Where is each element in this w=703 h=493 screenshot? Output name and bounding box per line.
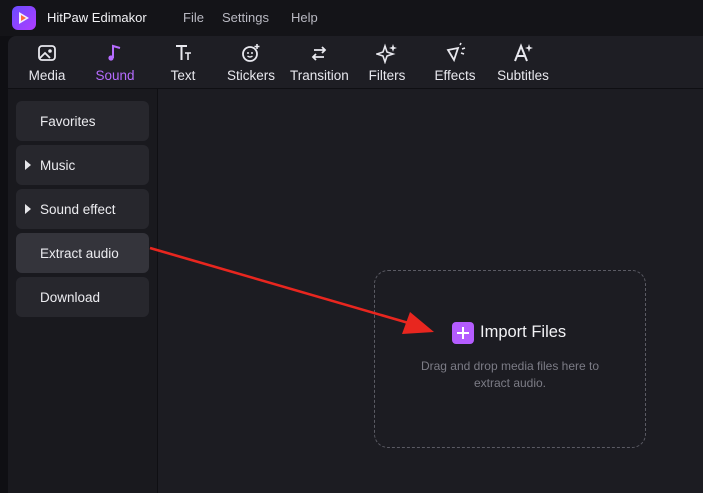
sidebar-item-label: Download <box>40 290 101 305</box>
app-title: HitPaw Edimakor <box>47 10 147 25</box>
plus-icon <box>452 322 474 344</box>
tab-subtitles[interactable]: Subtitles <box>494 36 552 88</box>
music-note-icon <box>108 44 121 61</box>
sound-category-sidebar: Favorites Music Sound effect Extract aud… <box>8 89 157 493</box>
sidebar-item-favorites[interactable]: Favorites <box>16 101 149 141</box>
drop-hint-line-2: extract audio. <box>473 376 547 390</box>
menu-settings[interactable]: Settings <box>222 10 269 25</box>
sidebar-item-label: Favorites <box>40 114 96 129</box>
text-icon <box>176 45 191 60</box>
tab-transition[interactable]: Transition <box>290 36 349 88</box>
tab-filters[interactable]: Filters <box>360 36 414 88</box>
sidebar-item-label: Sound effect <box>40 202 116 217</box>
extract-audio-panel: Import Files Drag and drop media files h… <box>158 89 703 493</box>
tab-effects-label: Effects <box>434 68 476 83</box>
media-toolbar: Media Sound Text Stickers Transition Fil… <box>8 36 703 88</box>
tab-filters-label: Filters <box>368 68 406 83</box>
tab-transition-label: Transition <box>290 68 349 83</box>
sidebar-item-extract-audio[interactable]: Extract audio <box>16 233 149 273</box>
file-drop-zone[interactable]: Import Files Drag and drop media files h… <box>374 270 646 448</box>
title-bar: HitPaw Edimakor File Settings Help <box>0 0 703 36</box>
tab-sound[interactable]: Sound <box>88 36 142 88</box>
drop-hint-text: Drag and drop media files here to extrac… <box>395 358 625 392</box>
import-files-label: Import Files <box>480 323 567 341</box>
sidebar-item-download[interactable]: Download <box>16 277 149 317</box>
sidebar-item-label: Music <box>40 158 76 173</box>
tab-stickers-label: Stickers <box>226 68 275 83</box>
sticker-icon <box>242 44 260 62</box>
sparkle-filter-icon <box>376 43 397 64</box>
transition-icon <box>311 46 327 61</box>
effects-icon <box>446 42 466 63</box>
menu-file[interactable]: File <box>183 10 204 25</box>
tab-media-label: Media <box>28 68 66 83</box>
tab-text-label: Text <box>170 68 196 83</box>
tab-stickers[interactable]: Stickers <box>224 36 278 88</box>
sidebar-item-label: Extract audio <box>40 246 119 261</box>
subtitles-icon <box>514 43 533 62</box>
drop-hint-line-1: Drag and drop media files here to <box>420 359 600 373</box>
sidebar-item-sound-effect[interactable]: Sound effect <box>16 189 149 229</box>
tab-media[interactable]: Media <box>20 36 74 88</box>
tab-sound-label: Sound <box>95 68 135 83</box>
app-logo-icon <box>12 6 36 30</box>
expand-caret-icon[interactable] <box>25 160 31 170</box>
expand-caret-icon[interactable] <box>25 204 31 214</box>
tab-text[interactable]: Text <box>156 36 210 88</box>
menu-help[interactable]: Help <box>291 10 318 25</box>
sidebar-item-music[interactable]: Music <box>16 145 149 185</box>
tab-effects[interactable]: Effects <box>428 36 482 88</box>
image-icon <box>38 45 56 61</box>
tab-subtitles-label: Subtitles <box>497 68 549 83</box>
